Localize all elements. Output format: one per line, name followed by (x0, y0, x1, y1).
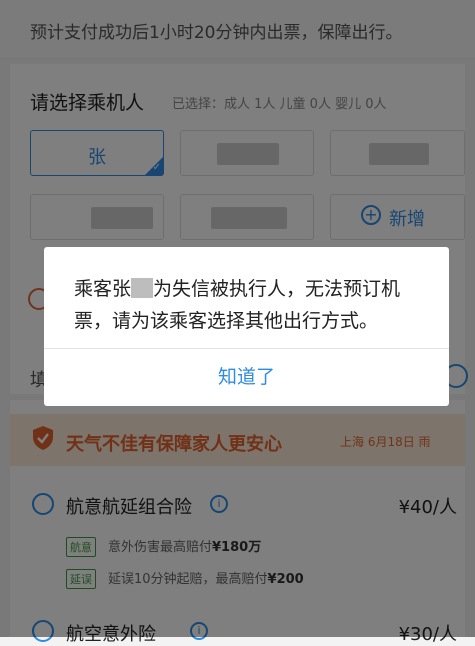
dialog-message-part1: 乘客张 (74, 278, 132, 300)
dialog-message: 乘客张 为失信被执行人，无法预订机票，请为该乘客选择其他出行方式。 (74, 273, 424, 337)
alert-dialog: 乘客张 为失信被执行人，无法预订机票，请为该乘客选择其他出行方式。 知道了 (44, 247, 449, 406)
dialog-confirm-button[interactable]: 知道了 (44, 349, 449, 406)
masked-name (131, 278, 154, 298)
